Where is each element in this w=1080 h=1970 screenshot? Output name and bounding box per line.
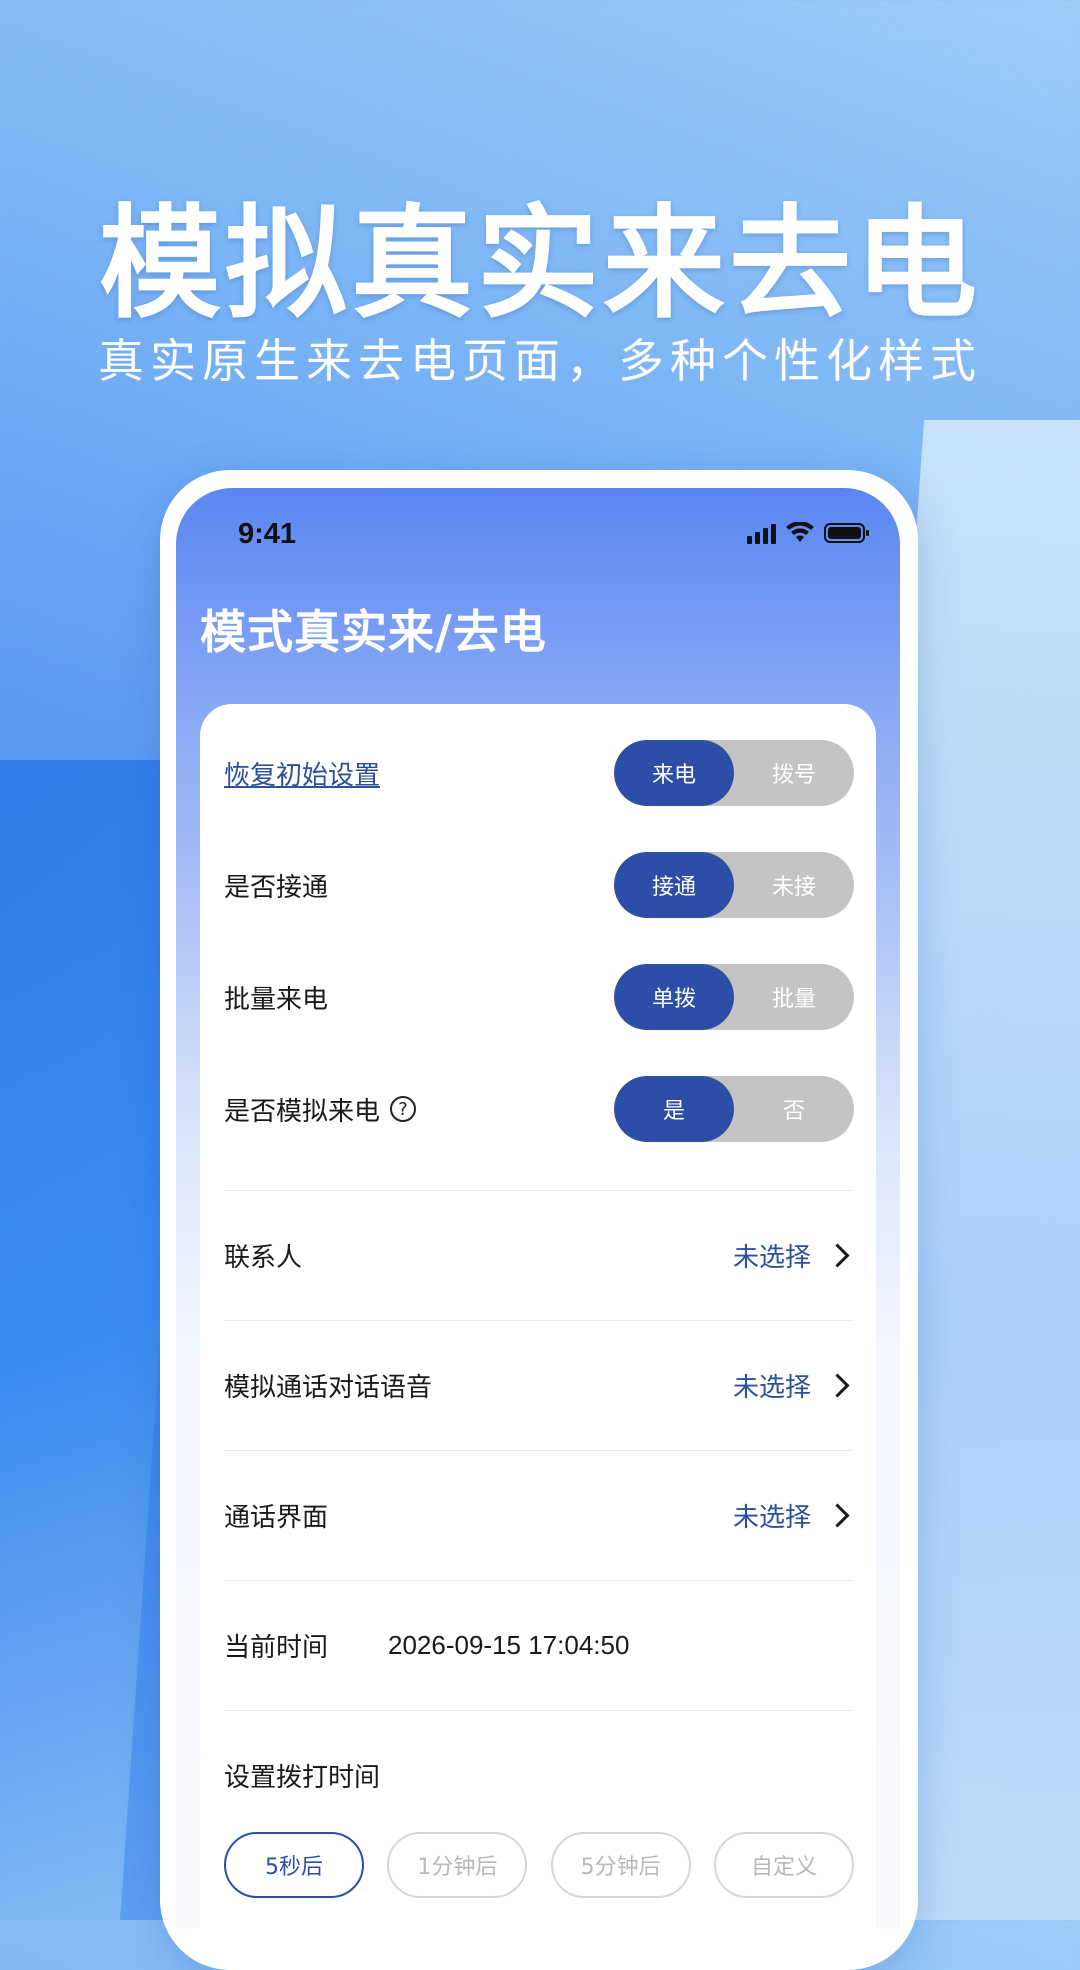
voice-value[interactable]: 未选择 [733, 1367, 854, 1404]
divider [224, 1710, 854, 1711]
dial-time-row: 设置拨打时间 [224, 1742, 854, 1808]
call-ui-value[interactable]: 未选择 [733, 1497, 854, 1534]
phone-screen: 9:41 模式真实来/去电 恢复初始设置 来电 拨号 是否接通 接通 未接 批量… [176, 488, 900, 1928]
toggle-row-reset: 恢复初始设置 来电 拨号 [224, 740, 854, 806]
connected-label: 是否接通 [224, 872, 329, 903]
page-title: 模式真实来/去电 [200, 605, 547, 659]
toggle-row-connected: 是否接通 接通 未接 [224, 852, 854, 918]
toggle-option-batch[interactable]: 批量 [734, 964, 854, 1030]
battery-icon [824, 523, 869, 543]
contact-value[interactable]: 未选择 [733, 1237, 854, 1274]
call-direction-toggle[interactable]: 来电 拨号 [614, 740, 854, 806]
wifi-icon [786, 522, 814, 542]
toggle-option-yes[interactable]: 是 [614, 1076, 734, 1142]
current-time-value: 2026-09-15 17:04:50 [388, 1629, 630, 1660]
toggle-option-incoming[interactable]: 来电 [614, 740, 734, 806]
dial-time-option-5s[interactable]: 5秒后 [224, 1832, 364, 1898]
dial-time-option-1min[interactable]: 1分钟后 [387, 1832, 528, 1898]
toggle-option-single[interactable]: 单拨 [614, 964, 734, 1030]
dial-time-option-5min[interactable]: 5分钟后 [550, 1832, 691, 1898]
divider [224, 1450, 854, 1451]
dial-time-label: 设置拨打时间 [224, 1762, 381, 1793]
toggle-option-connected[interactable]: 接通 [614, 852, 734, 918]
connected-toggle[interactable]: 接通 未接 [614, 852, 854, 918]
divider [224, 1320, 854, 1321]
chevron-right-icon [825, 1372, 850, 1398]
call-ui-row[interactable]: 通话界面 未选择 [224, 1482, 854, 1548]
promo-headline: 模拟真实来去电 [99, 193, 981, 335]
contact-value-text: 未选择 [732, 1242, 811, 1273]
cellular-signal-icon [747, 522, 776, 544]
contact-label: 联系人 [224, 1242, 303, 1273]
help-icon[interactable]: ? [390, 1096, 417, 1122]
contact-row[interactable]: 联系人 未选择 [224, 1222, 854, 1288]
call-ui-value-text: 未选择 [732, 1502, 811, 1533]
batch-toggle[interactable]: 单拨 批量 [614, 964, 854, 1030]
status-icons [747, 522, 870, 544]
simulate-call-label: 是否模拟来电 ? [224, 1091, 417, 1128]
dial-time-options: 5秒后 1分钟后 5分钟后 自定义 [224, 1832, 854, 1898]
divider [224, 1190, 854, 1191]
voice-row[interactable]: 模拟通话对话语音 未选择 [224, 1352, 854, 1418]
toggle-row-batch: 批量来电 单拨 批量 [224, 964, 854, 1030]
chevron-right-icon [825, 1242, 850, 1268]
call-ui-label: 通话界面 [224, 1502, 329, 1533]
status-bar: 9:41 [176, 512, 900, 562]
reset-settings-link[interactable]: 恢复初始设置 [224, 755, 380, 792]
chevron-right-icon [825, 1502, 850, 1528]
voice-label: 模拟通话对话语音 [224, 1372, 433, 1403]
toggle-option-no[interactable]: 否 [734, 1076, 854, 1142]
simulate-toggle[interactable]: 是 否 [614, 1076, 854, 1142]
current-time-label: 当前时间 [224, 1632, 329, 1663]
toggle-option-missed[interactable]: 未接 [734, 852, 854, 918]
settings-card: 恢复初始设置 来电 拨号 是否接通 接通 未接 批量来电 单拨 批量 是否模拟来… [200, 704, 876, 1928]
batch-call-label: 批量来电 [224, 984, 329, 1015]
toggle-option-dial[interactable]: 拨号 [734, 740, 854, 806]
divider [224, 1580, 854, 1581]
voice-value-text: 未选择 [732, 1372, 811, 1403]
toggle-row-simulate: 是否模拟来电 ? 是 否 [224, 1076, 854, 1142]
simulate-call-label-text: 是否模拟来电 [224, 1096, 381, 1127]
dial-time-option-custom[interactable]: 自定义 [713, 1832, 854, 1898]
current-time-row: 当前时间 2026-09-15 17:04:50 [224, 1612, 854, 1678]
promo-subline: 真实原生来去电页面，多种个性化样式 [98, 334, 982, 388]
status-time: 9:41 [238, 518, 297, 550]
